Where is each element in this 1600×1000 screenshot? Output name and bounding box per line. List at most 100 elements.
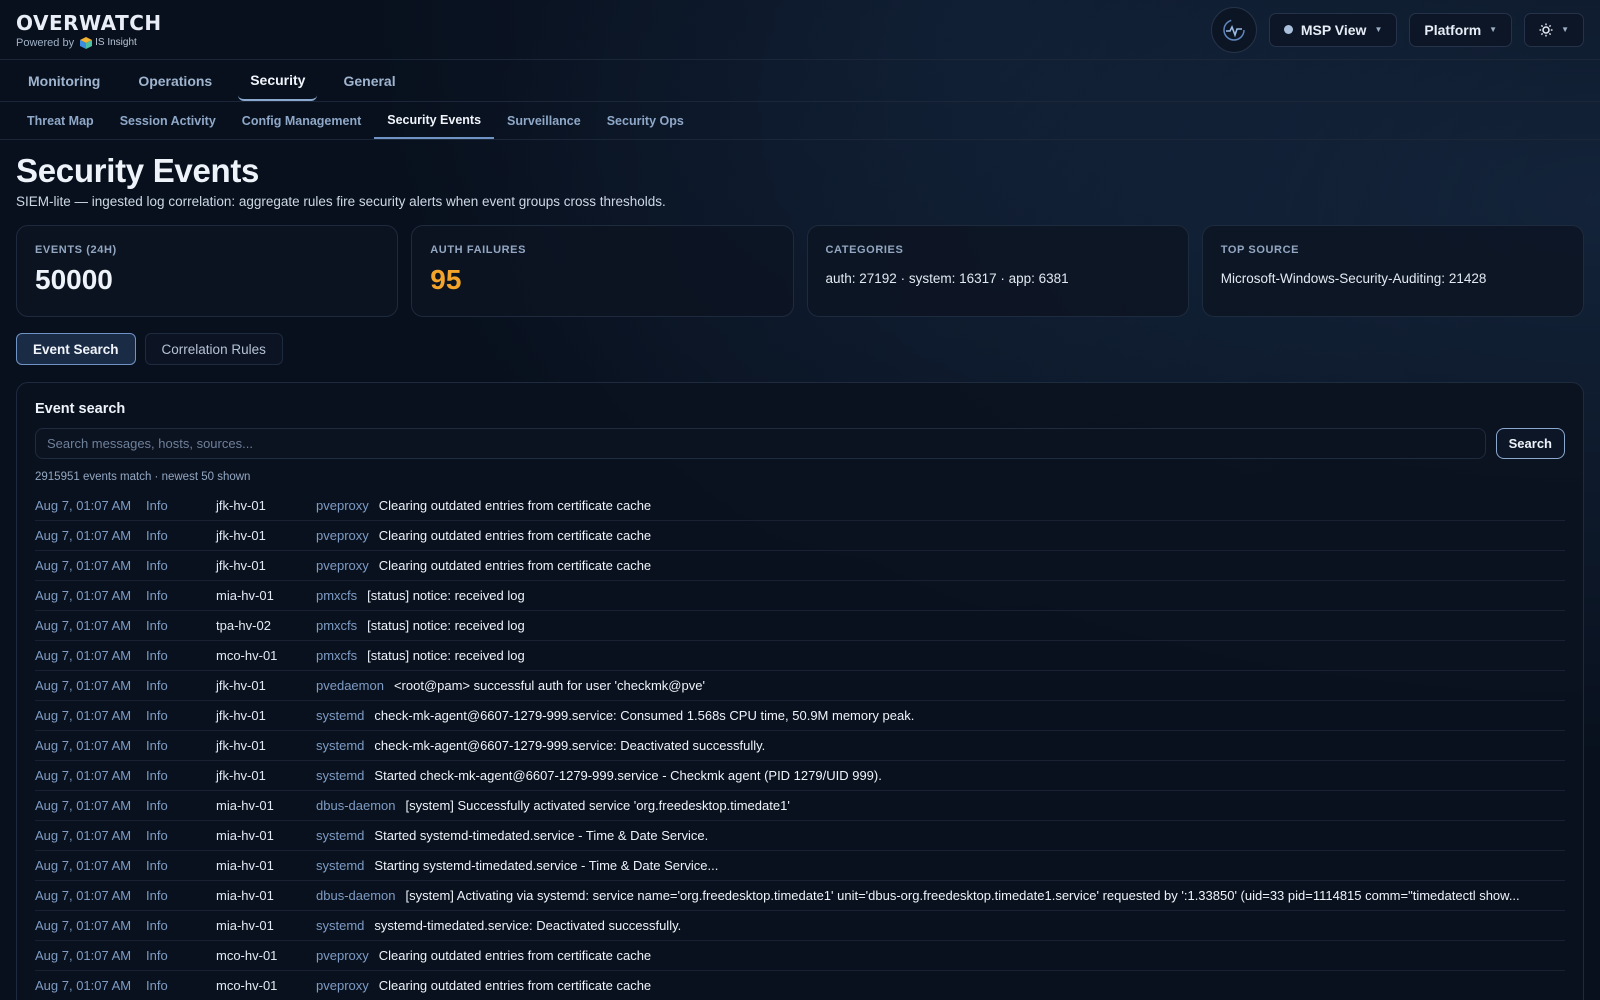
brand[interactable]: OVERWATCH Powered by IS Insight bbox=[16, 11, 162, 49]
partner-logo-icon bbox=[80, 36, 93, 49]
stat-value-auth-failures: 95 bbox=[430, 264, 462, 295]
activity-button[interactable] bbox=[1210, 6, 1257, 53]
tab-surveillance[interactable]: Surveillance bbox=[494, 102, 594, 139]
event-severity: Info bbox=[146, 738, 168, 753]
event-host: tpa-hv-02 bbox=[216, 618, 271, 633]
tab-operations[interactable]: Operations bbox=[126, 60, 224, 101]
chevron-down-icon: ▼ bbox=[1489, 25, 1498, 34]
event-severity: Info bbox=[146, 828, 168, 843]
stat-card-categories: CATEGORIES auth: 27192 · system: 16317 ·… bbox=[806, 225, 1189, 317]
event-row[interactable]: Aug 7, 01:07 AM Info mia-hv-01 dbus-daemon [… bbox=[35, 881, 1565, 911]
status-dot-icon bbox=[1283, 25, 1293, 34]
brand-title: OVERWATCH bbox=[16, 10, 162, 35]
event-message: Clearing outdated entries from certifica… bbox=[378, 558, 652, 573]
event-time: Aug 7, 01:07 AM bbox=[35, 678, 132, 693]
tab-config-management[interactable]: Config Management bbox=[229, 102, 374, 139]
match-count: 2915951 events match · newest 50 shown bbox=[35, 471, 251, 483]
sun-icon bbox=[1539, 23, 1553, 36]
msp-view-select[interactable]: MSP View ▼ bbox=[1268, 12, 1398, 47]
event-time: Aug 7, 01:07 AM bbox=[35, 648, 132, 663]
event-row[interactable]: Aug 7, 01:07 AM Info mia-hv-01 pmxcfs [statu… bbox=[35, 581, 1565, 611]
event-time: Aug 7, 01:07 AM bbox=[35, 768, 132, 783]
stat-cards: EVENTS (24H) 50000 AUTH FAILURES 95 CATE… bbox=[16, 225, 1584, 317]
event-row[interactable]: Aug 7, 01:07 AM Info jfk-hv-01 systemd check… bbox=[35, 701, 1565, 731]
theme-select[interactable]: ▼ bbox=[1524, 12, 1584, 47]
platform-select[interactable]: Platform ▼ bbox=[1409, 12, 1513, 47]
event-severity: Info bbox=[146, 948, 168, 963]
event-severity: Info bbox=[146, 618, 168, 633]
event-time: Aug 7, 01:07 AM bbox=[35, 948, 132, 963]
event-source: systemd bbox=[316, 768, 365, 783]
secondary-nav: Threat Map Session Activity Config Manag… bbox=[0, 102, 1600, 140]
view-toggle: Event Search Correlation Rules bbox=[16, 333, 1584, 365]
event-host: mco-hv-01 bbox=[216, 978, 278, 993]
search-button[interactable]: Search bbox=[1495, 428, 1565, 459]
event-message: systemd-timedated.service: Deactivated s… bbox=[374, 918, 682, 933]
event-time: Aug 7, 01:07 AM bbox=[35, 888, 132, 903]
event-time: Aug 7, 01:07 AM bbox=[35, 498, 132, 513]
event-search-input[interactable] bbox=[35, 428, 1486, 459]
event-row[interactable]: Aug 7, 01:07 AM Info tpa-hv-02 pmxcfs [statu… bbox=[35, 611, 1565, 641]
event-severity: Info bbox=[146, 528, 168, 543]
event-message: Started systemd-timedated.service - Time… bbox=[374, 828, 709, 843]
event-row[interactable]: Aug 7, 01:07 AM Info jfk-hv-01 pvedaemon <ro… bbox=[35, 671, 1565, 701]
activity-pulse-icon bbox=[1223, 18, 1245, 41]
tab-session-activity[interactable]: Session Activity bbox=[107, 102, 229, 139]
event-message: [system] Activating via systemd: service… bbox=[405, 888, 1520, 903]
event-severity: Info bbox=[146, 498, 168, 513]
primary-nav: Monitoring Operations Security General bbox=[0, 60, 1600, 102]
event-severity: Info bbox=[146, 708, 168, 723]
event-source: systemd bbox=[316, 918, 365, 933]
event-message: Starting systemd-timedated.service - Tim… bbox=[374, 858, 719, 873]
event-severity: Info bbox=[146, 858, 168, 873]
event-source: pveproxy bbox=[316, 498, 369, 513]
event-row[interactable]: Aug 7, 01:07 AM Info mia-hv-01 systemd Start… bbox=[35, 851, 1565, 881]
tab-threat-map[interactable]: Threat Map bbox=[14, 102, 107, 139]
event-row[interactable]: Aug 7, 01:07 AM Info jfk-hv-01 pveproxy Clea… bbox=[35, 491, 1565, 521]
event-source: pveproxy bbox=[316, 528, 369, 543]
event-row[interactable]: Aug 7, 01:07 AM Info jfk-hv-01 pveproxy Clea… bbox=[35, 521, 1565, 551]
stat-card-top-source: TOP SOURCE Microsoft-Windows-Security-Au… bbox=[1201, 225, 1584, 317]
event-row[interactable]: Aug 7, 01:07 AM Info jfk-hv-01 systemd check… bbox=[35, 731, 1565, 761]
event-row[interactable]: Aug 7, 01:07 AM Info mco-hv-01 pveproxy Clea… bbox=[35, 971, 1565, 1000]
event-time: Aug 7, 01:07 AM bbox=[35, 798, 132, 813]
event-time: Aug 7, 01:07 AM bbox=[35, 618, 132, 633]
event-row[interactable]: Aug 7, 01:07 AM Info jfk-hv-01 systemd Start… bbox=[35, 761, 1565, 791]
event-row[interactable]: Aug 7, 01:07 AM Info mco-hv-01 pmxcfs [statu… bbox=[35, 641, 1565, 671]
event-time: Aug 7, 01:07 AM bbox=[35, 918, 132, 933]
event-host: jfk-hv-01 bbox=[216, 528, 266, 543]
event-row[interactable]: Aug 7, 01:07 AM Info mco-hv-01 pveproxy Clea… bbox=[35, 941, 1565, 971]
event-severity: Info bbox=[146, 648, 168, 663]
event-source: pveproxy bbox=[316, 948, 369, 963]
tab-security[interactable]: Security bbox=[238, 60, 318, 101]
tab-security-events[interactable]: Security Events bbox=[374, 102, 495, 139]
event-source: dbus-daemon bbox=[316, 798, 396, 813]
event-message: [system] Successfully activated service … bbox=[405, 798, 790, 813]
tab-monitoring[interactable]: Monitoring bbox=[16, 60, 112, 101]
event-row[interactable]: Aug 7, 01:07 AM Info mia-hv-01 systemd Start… bbox=[35, 821, 1565, 851]
event-source: pmxcfs bbox=[316, 648, 358, 663]
event-row[interactable]: Aug 7, 01:07 AM Info jfk-hv-01 pveproxy Clea… bbox=[35, 551, 1565, 581]
correlation-rules-tab[interactable]: Correlation Rules bbox=[144, 333, 283, 365]
page-description: SIEM-lite — ingested log correlation: ag… bbox=[16, 194, 666, 209]
event-time: Aug 7, 01:07 AM bbox=[35, 528, 132, 543]
stat-value-events: 50000 bbox=[35, 264, 113, 295]
event-message: check-mk-agent@6607-1279-999.service: De… bbox=[374, 738, 766, 753]
event-search-tab[interactable]: Event Search bbox=[16, 333, 136, 365]
event-row[interactable]: Aug 7, 01:07 AM Info mia-hv-01 systemd syste… bbox=[35, 911, 1565, 941]
stat-label: CATEGORIES bbox=[825, 244, 904, 256]
event-time: Aug 7, 01:07 AM bbox=[35, 978, 132, 993]
event-message: [status] notice: received log bbox=[367, 588, 525, 603]
event-message: <root@pam> successful auth for user 'che… bbox=[393, 678, 705, 693]
event-message: Clearing outdated entries from certifica… bbox=[378, 978, 652, 993]
chevron-down-icon: ▼ bbox=[1561, 25, 1569, 34]
tab-security-ops[interactable]: Security Ops bbox=[594, 102, 697, 139]
event-message: Clearing outdated entries from certifica… bbox=[378, 948, 652, 963]
stat-label: AUTH FAILURES bbox=[430, 244, 527, 256]
event-row[interactable]: Aug 7, 01:07 AM Info mia-hv-01 dbus-daemon [… bbox=[35, 791, 1565, 821]
panel-title: Event search bbox=[35, 401, 126, 417]
tab-general[interactable]: General bbox=[331, 60, 407, 101]
stat-label: EVENTS (24H) bbox=[35, 244, 117, 256]
event-host: mia-hv-01 bbox=[216, 828, 274, 843]
event-time: Aug 7, 01:07 AM bbox=[35, 738, 132, 753]
